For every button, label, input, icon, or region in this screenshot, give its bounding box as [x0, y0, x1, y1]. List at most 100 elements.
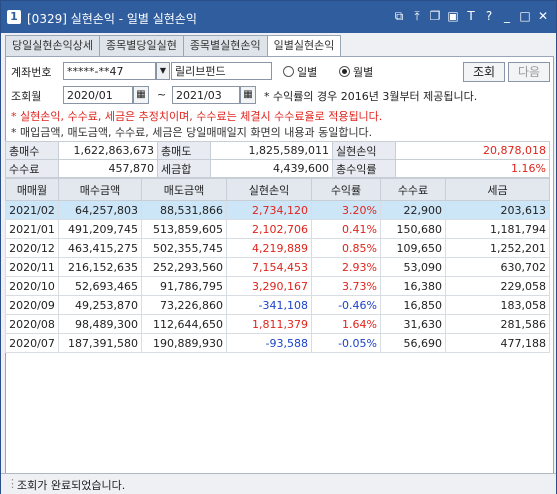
- col-return[interactable]: 수익률: [311, 178, 381, 201]
- table-row[interactable]: 2020/08 98,489,300 112,644,650 1,811,379…: [5, 314, 550, 334]
- total-sell-label: 총매도: [157, 141, 211, 160]
- account-label: 계좌번호: [11, 66, 52, 79]
- cell-buy: 64,257,803: [58, 200, 142, 220]
- radio-daily[interactable]: [283, 66, 294, 77]
- cell-realized: 1,811,379: [226, 314, 312, 334]
- inquiry-button[interactable]: 조회: [463, 62, 505, 82]
- from-month-input[interactable]: 2020/01: [63, 86, 133, 104]
- link-icon[interactable]: ⧉: [392, 9, 406, 23]
- status-text: 조회가 완료되었습니다.: [17, 479, 126, 492]
- total-buy-label: 총매수: [5, 141, 59, 160]
- tab-stock-realized[interactable]: 종목별실현손익: [182, 35, 268, 56]
- minimize-icon[interactable]: _: [500, 9, 514, 23]
- cell-fee: 16,850: [380, 295, 446, 315]
- col-fee[interactable]: 수수료: [380, 178, 446, 201]
- red-notice: * 실현손익, 수수료, 세금은 추정치이며, 수수료는 체결시 수수료율로 적…: [11, 110, 383, 123]
- cell-realized: 7,154,453: [226, 257, 312, 277]
- total-return-value: 1.16%: [395, 159, 550, 178]
- calendar-icon[interactable]: ▦: [133, 86, 149, 104]
- tab-realized-detail[interactable]: 당일실현손익상세: [5, 35, 100, 56]
- cell-tax: 1,252,201: [445, 238, 550, 258]
- cell-sell: 502,355,745: [141, 238, 227, 258]
- cell-fee: 150,680: [380, 219, 446, 239]
- cell-fee: 53,090: [380, 257, 446, 277]
- cell-return: -0.46%: [311, 295, 381, 315]
- maximize-icon[interactable]: □: [518, 9, 532, 23]
- cell-month: 2021/01: [5, 219, 59, 239]
- cell-buy: 463,415,275: [58, 238, 142, 258]
- cell-realized: 3,290,167: [226, 276, 312, 296]
- table-row[interactable]: 2020/10 52,693,465 91,786,795 3,290,167 …: [5, 276, 550, 296]
- window: 1 [0329] 실현손익 - 일별 실현손익 ⧉ ⤒ ❐ ▣ T ? _ □ …: [0, 0, 557, 494]
- cell-buy: 187,391,580: [58, 333, 142, 353]
- realized-value: 20,878,018: [395, 141, 550, 160]
- window-title: [0329] 실현손익 - 일별 실현손익: [27, 12, 197, 26]
- col-buy[interactable]: 매수금액: [58, 178, 142, 201]
- tax-value: 4,439,600: [210, 159, 333, 178]
- account-dropdown-icon[interactable]: ▼: [156, 62, 170, 80]
- cell-return: 2.93%: [311, 257, 381, 277]
- cell-realized: 4,219,889: [226, 238, 312, 258]
- dock-icon[interactable]: ▣: [446, 9, 460, 23]
- copy-icon[interactable]: ❐: [428, 9, 442, 23]
- cell-month: 2021/02: [5, 200, 59, 220]
- col-sell[interactable]: 매도금액: [141, 178, 227, 201]
- cell-month: 2020/10: [5, 276, 59, 296]
- summary-row: 수수료 457,870 세금합 4,439,600 총수익률 1.16%: [5, 159, 550, 178]
- cell-return: 3.73%: [311, 276, 381, 296]
- period-note: * 수익률의 경우 2016년 3월부터 제공됩니다.: [264, 90, 478, 103]
- cell-sell: 88,531,866: [141, 200, 227, 220]
- period-tilde: ~: [157, 88, 167, 101]
- cell-tax: 1,181,794: [445, 219, 550, 239]
- next-button[interactable]: 다음: [508, 62, 550, 82]
- col-realized[interactable]: 실현손익: [226, 178, 312, 201]
- cell-fee: 56,690: [380, 333, 446, 353]
- cell-sell: 513,859,605: [141, 219, 227, 239]
- col-tax[interactable]: 세금: [445, 178, 550, 201]
- total-buy-value: 1,622,863,673: [58, 141, 158, 160]
- table-row[interactable]: 2020/09 49,253,870 73,226,860 -341,108 -…: [5, 295, 550, 315]
- table-row[interactable]: 2020/07 187,391,580 190,889,930 -93,588 …: [5, 333, 550, 353]
- grid-header-row: 매매월 매수금액 매도금액 실현손익 수익률 수수료 세금: [5, 178, 550, 201]
- cell-buy: 491,209,745: [58, 219, 142, 239]
- cell-return: 3.20%: [311, 200, 381, 220]
- cell-buy: 216,152,635: [58, 257, 142, 277]
- radio-monthly[interactable]: [339, 66, 350, 77]
- tax-label: 세금합: [157, 159, 211, 178]
- cell-month: 2020/11: [5, 257, 59, 277]
- table-row[interactable]: 2021/02 64,257,803 88,531,866 2,734,120 …: [5, 200, 550, 220]
- cell-tax: 281,586: [445, 314, 550, 334]
- cell-return: 0.41%: [311, 219, 381, 239]
- cell-return: 1.64%: [311, 314, 381, 334]
- cell-tax: 630,702: [445, 257, 550, 277]
- cell-realized: 2,102,706: [226, 219, 312, 239]
- cell-tax: 477,188: [445, 333, 550, 353]
- cell-sell: 190,889,930: [141, 333, 227, 353]
- tab-bar: 당일실현손익상세 종목별당일실현 종목별실현손익 일별실현손익: [5, 35, 342, 57]
- to-month-input[interactable]: 2021/03: [172, 86, 240, 104]
- radio-daily-label[interactable]: 일별: [297, 64, 317, 80]
- pin-icon[interactable]: ⤒: [410, 9, 424, 23]
- account-input[interactable]: *****-**47: [63, 62, 156, 80]
- tab-stock-today[interactable]: 종목별당일실현: [98, 35, 184, 56]
- close-icon[interactable]: ✕: [536, 9, 550, 23]
- table-row[interactable]: 2020/12 463,415,275 502,355,745 4,219,88…: [5, 238, 550, 258]
- title-bar: 1 [0329] 실현손익 - 일별 실현손익 ⧉ ⤒ ❐ ▣ T ? _ □ …: [1, 1, 556, 33]
- text-icon[interactable]: T: [464, 9, 478, 23]
- cell-tax: 229,058: [445, 276, 550, 296]
- calendar-icon[interactable]: ▦: [240, 86, 256, 104]
- tab-daily-realized[interactable]: 일별실현손익: [266, 35, 342, 57]
- table-row[interactable]: 2021/01 491,209,745 513,859,605 2,102,70…: [5, 219, 550, 239]
- info-notice: * 매입금액, 매도금액, 수수료, 세금은 당일매매일지 화면의 내용과 동일…: [11, 126, 373, 139]
- fee-label: 수수료: [5, 159, 59, 178]
- cell-fee: 109,650: [380, 238, 446, 258]
- cell-month: 2020/09: [5, 295, 59, 315]
- cell-fee: 22,900: [380, 200, 446, 220]
- period-label: 조회월: [11, 90, 42, 103]
- cell-month: 2020/07: [5, 333, 59, 353]
- table-row[interactable]: 2020/11 216,152,635 252,293,560 7,154,45…: [5, 257, 550, 277]
- summary-table: 총매수 1,622,863,673 총매도 1,825,589,011 실현손익…: [5, 141, 550, 178]
- help-icon[interactable]: ?: [482, 9, 496, 23]
- col-month[interactable]: 매매월: [5, 178, 59, 201]
- radio-monthly-label[interactable]: 월별: [353, 64, 373, 80]
